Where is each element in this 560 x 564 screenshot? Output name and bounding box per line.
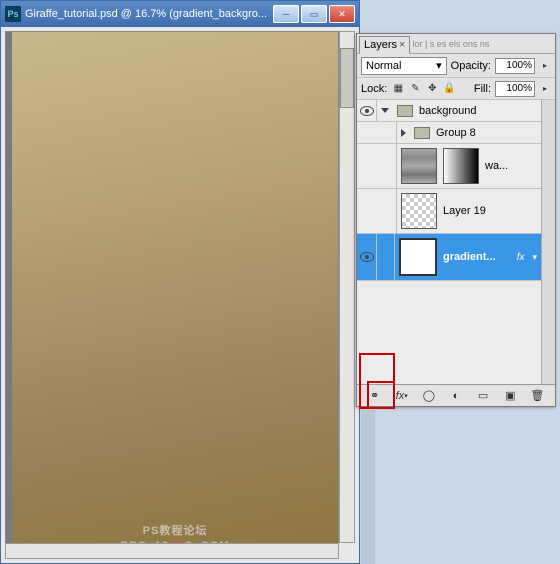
vertical-scrollbar[interactable] <box>339 31 355 543</box>
horizontal-scrollbar[interactable] <box>5 543 339 559</box>
layer-style-button[interactable]: fx▾ <box>393 388 411 404</box>
opacity-flyout[interactable]: ▸ <box>539 58 551 74</box>
new-layer-button[interactable]: ▣ <box>501 388 519 404</box>
document-title: Giraffe_tutorial.psd @ 16.7% (gradient_b… <box>25 8 273 20</box>
expand-icon[interactable] <box>401 129 406 137</box>
titlebar[interactable]: Ps Giraffe_tutorial.psd @ 16.7% (gradien… <box>1 1 359 27</box>
group-background[interactable]: background <box>357 100 541 122</box>
layer-wa[interactable]: wa... <box>357 144 541 189</box>
group-8[interactable]: Group 8 <box>357 122 541 144</box>
lock-label: Lock: <box>361 83 387 95</box>
tab-layers[interactable]: Layers× <box>359 36 410 54</box>
panel-tabs: Layers× lor | s es els ons ns <box>357 34 555 54</box>
layers-list: background Group 8 wa... <box>357 100 541 384</box>
layer-thumbnail[interactable] <box>399 238 437 276</box>
layer-mask-button[interactable]: ◯ <box>420 388 438 404</box>
expand-icon[interactable] <box>381 108 389 113</box>
photoshop-icon: Ps <box>5 6 21 22</box>
panel-scrollbar[interactable] <box>541 100 555 384</box>
link-layers-button[interactable]: ⚭ <box>366 388 384 404</box>
layer-name: Layer 19 <box>443 205 486 217</box>
layer-thumbnail[interactable] <box>401 148 437 184</box>
fill-label: Fill: <box>474 83 491 95</box>
blend-mode-select[interactable]: Normal▾ <box>361 57 447 75</box>
delete-layer-button[interactable]: 🗑 <box>528 388 546 404</box>
visibility-icon[interactable] <box>360 252 374 262</box>
layer-name: background <box>419 105 477 117</box>
lock-transparent-icon[interactable]: ▦ <box>391 82 405 96</box>
fill-flyout[interactable]: ▸ <box>539 81 551 97</box>
layer-19[interactable]: Layer 19 <box>357 189 541 234</box>
chevron-down-icon: ▾ <box>436 59 442 72</box>
document-window: Ps Giraffe_tutorial.psd @ 16.7% (gradien… <box>0 0 360 564</box>
layer-name: gradient... <box>443 251 496 263</box>
chevron-down-icon[interactable]: ▾ <box>532 252 537 263</box>
layer-gradient[interactable]: gradient... fx ▾ <box>357 234 541 281</box>
ruler <box>361 410 375 564</box>
lock-all-icon[interactable]: 🔒 <box>442 82 456 96</box>
fill-input[interactable]: 100% <box>495 81 535 97</box>
layer-name: Group 8 <box>436 127 476 139</box>
folder-icon <box>414 127 430 139</box>
panel-footer: ⚭ fx▾ ◯ ◐ ▭ ▣ 🗑 <box>357 384 555 406</box>
adjustment-layer-button[interactable]: ◐ <box>447 388 465 404</box>
close-button[interactable]: ✕ <box>329 5 355 23</box>
canvas[interactable]: PS教程论坛 BBS. 16XX8. COM <box>12 32 338 558</box>
tab-others[interactable]: lor | s es els ons ns <box>412 39 489 49</box>
folder-icon <box>397 105 413 117</box>
layer-thumbnail[interactable] <box>401 193 437 229</box>
document-viewport[interactable]: PS教程论坛 BBS. 16XX8. COM <box>5 31 339 559</box>
opacity-label: Opacity: <box>451 60 491 72</box>
minimize-button[interactable]: ─ <box>273 5 299 23</box>
visibility-icon[interactable] <box>360 106 374 116</box>
mask-thumbnail[interactable] <box>443 148 479 184</box>
layers-panel: Layers× lor | s es els ons ns Normal▾ Op… <box>356 33 556 407</box>
opacity-input[interactable]: 100% <box>495 58 535 74</box>
lock-position-icon[interactable]: ✥ <box>425 82 439 96</box>
layer-name: wa... <box>485 160 508 172</box>
new-group-button[interactable]: ▭ <box>474 388 492 404</box>
close-icon[interactable]: × <box>399 39 405 51</box>
fx-badge[interactable]: fx <box>517 252 525 263</box>
maximize-button[interactable]: ▭ <box>301 5 327 23</box>
lock-pixels-icon[interactable]: ✎ <box>408 82 422 96</box>
